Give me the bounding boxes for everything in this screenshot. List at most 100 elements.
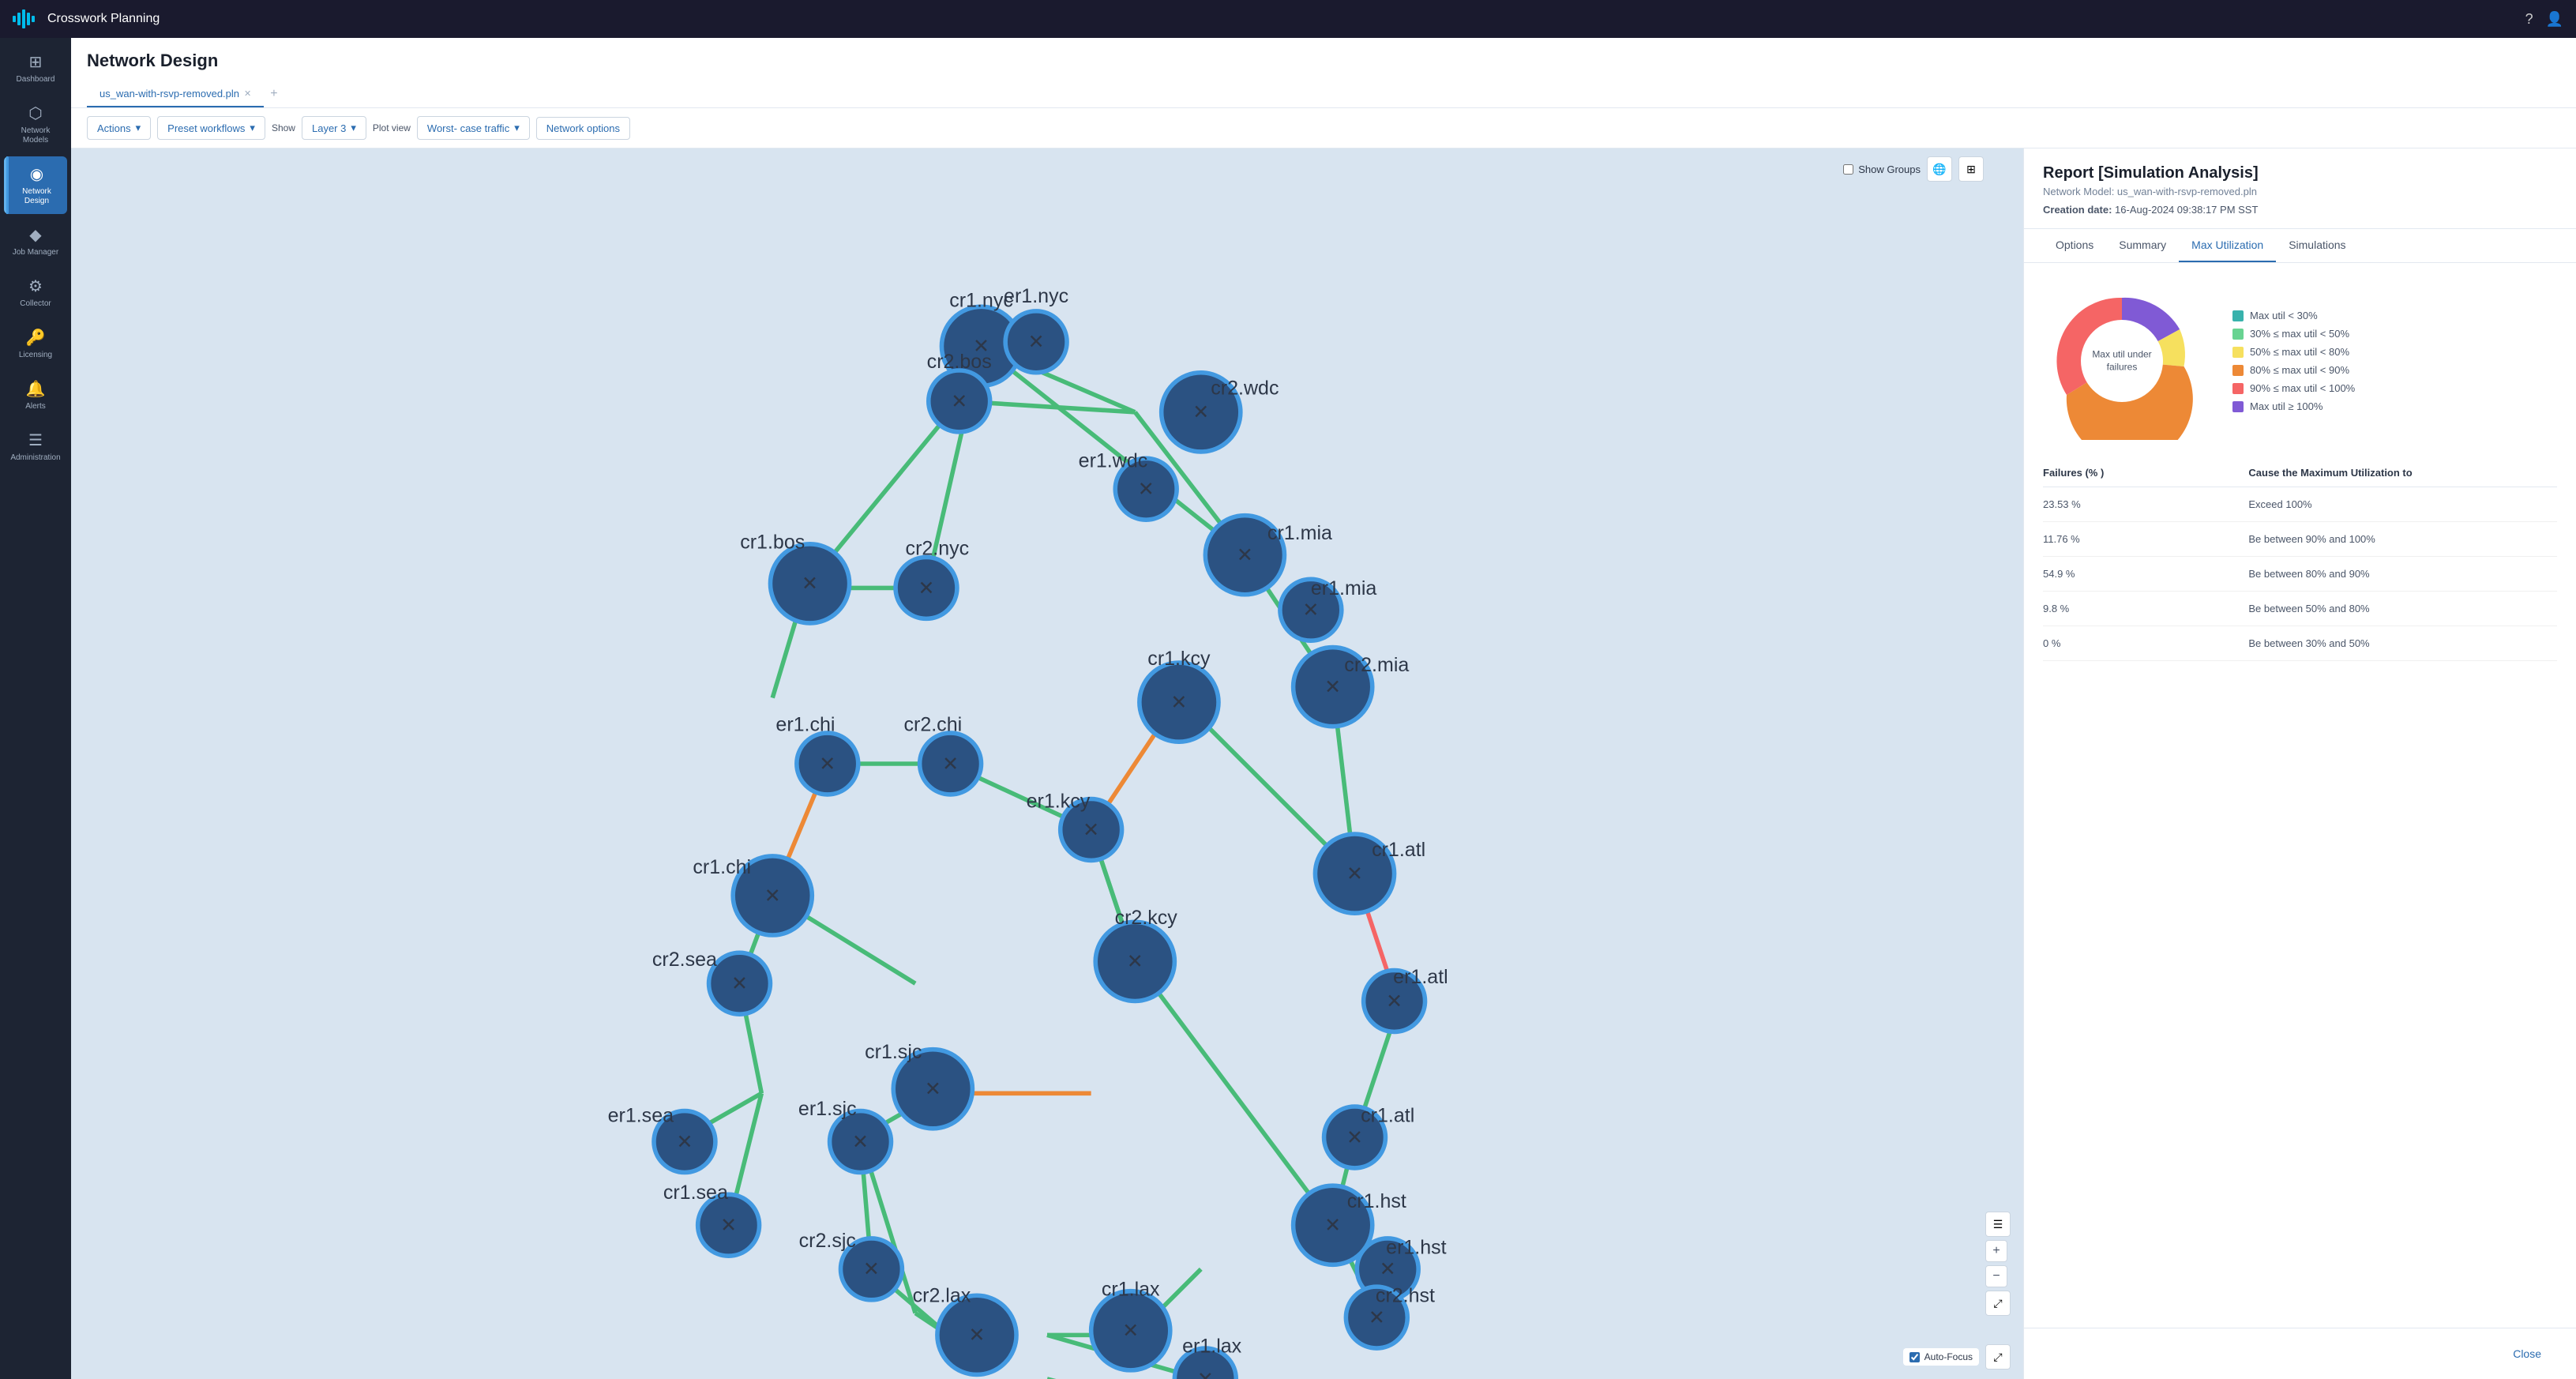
tab-options[interactable]: Options: [2043, 229, 2106, 262]
expand-icon[interactable]: ⤢: [1985, 1344, 2011, 1370]
node-name: cr2.nyc: [906, 538, 970, 560]
menu-icon[interactable]: ☰: [1985, 1212, 2011, 1237]
topbar: Crosswork Planning ? 👤: [0, 0, 2576, 38]
node-name: cr2.sea: [652, 949, 717, 971]
node-name: cr2.hst: [1376, 1285, 1435, 1307]
node-label: ✕: [720, 1215, 737, 1237]
job-manager-icon: ◆: [29, 225, 41, 245]
table-header: Failures (% ) Cause the Maximum Utilizat…: [2043, 459, 2557, 487]
node-name: cr2.sjc: [799, 1230, 856, 1252]
node-label: ✕: [802, 573, 818, 595]
node-label: ✕: [1380, 1258, 1396, 1280]
sidebar-item-licensing[interactable]: 🔑 Licensing: [4, 320, 67, 368]
sidebar-item-collector[interactable]: ⚙ Collector: [4, 269, 67, 317]
layer-button[interactable]: Layer 3 ▾: [302, 116, 366, 140]
node-name: cr1.hst: [1347, 1190, 1406, 1212]
zoom-in-button[interactable]: +: [1985, 1240, 2007, 1262]
network-models-icon: ⬡: [28, 103, 42, 123]
worst-case-button[interactable]: Worst- case traffic ▾: [417, 116, 530, 140]
node-name: er1.wdc: [1079, 449, 1148, 472]
network-options-button[interactable]: Network options: [536, 117, 630, 140]
donut-center-label: Max util under failures: [2090, 348, 2154, 373]
node-name: cr1.atl: [1361, 1104, 1414, 1126]
layout-icon[interactable]: ⊞: [1958, 156, 1984, 182]
sidebar-item-administration[interactable]: ☰ Administration: [4, 423, 67, 471]
node-label: ✕: [1324, 676, 1341, 698]
tab-label: us_wan-with-rsvp-removed.pln: [100, 88, 239, 100]
sidebar-item-network-models[interactable]: ⬡ Network Models: [4, 96, 67, 153]
show-groups-label[interactable]: Show Groups: [1843, 163, 1921, 175]
node-name: cr1.sjc: [865, 1041, 922, 1063]
content-area: Network Design us_wan-with-rsvp-removed.…: [71, 38, 2576, 1379]
tab-add-button[interactable]: +: [264, 81, 284, 107]
table-row: 54.9 % Be between 80% and 90%: [2043, 557, 2557, 592]
edge: [1135, 961, 1332, 1225]
legend-color-0: [2232, 310, 2244, 321]
node-name: er1.sea: [608, 1104, 674, 1126]
user-icon[interactable]: 👤: [2546, 11, 2563, 28]
legend-item-0: Max util < 30%: [2232, 310, 2355, 321]
node-name: cr1.sea: [663, 1182, 728, 1204]
col-header-failures: Failures (% ): [2043, 467, 2248, 479]
node-name: cr1.atl: [1372, 839, 1425, 861]
tab-network-file[interactable]: us_wan-with-rsvp-removed.pln ✕: [87, 81, 264, 107]
sidebar-item-job-manager[interactable]: ◆ Job Manager: [4, 217, 67, 265]
node-label: ✕: [764, 885, 781, 907]
fit-icon[interactable]: ⤢: [1985, 1291, 2011, 1316]
sidebar-item-network-design[interactable]: ◉ Network Design: [4, 156, 67, 214]
node-name: cr1.mia: [1267, 522, 1332, 544]
sidebar-item-dashboard[interactable]: ⊞ Dashboard: [4, 44, 67, 92]
col-header-cause: Cause the Maximum Utilization to: [2248, 467, 2557, 479]
sidebar-item-label: Network Design: [13, 187, 61, 206]
sidebar: ⊞ Dashboard ⬡ Network Models ◉ Network D…: [0, 38, 71, 1379]
chevron-down-icon: ▾: [250, 122, 255, 134]
node-name: er1.lax: [1182, 1336, 1242, 1358]
node-label: ✕: [1170, 691, 1187, 713]
tab-simulations[interactable]: Simulations: [2276, 229, 2358, 262]
preset-workflows-button[interactable]: Preset workflows ▾: [157, 116, 265, 140]
failures-table: Failures (% ) Cause the Maximum Utilizat…: [2043, 459, 2557, 661]
close-button[interactable]: Close: [2497, 1341, 2557, 1366]
legend-color-2: [2232, 347, 2244, 358]
node-label: ✕: [1346, 1126, 1363, 1148]
help-icon[interactable]: ?: [2525, 11, 2533, 28]
report-creation: Creation date: 16-Aug-2024 09:38:17 PM S…: [2043, 204, 2557, 216]
node-name: er1.nyc: [1004, 285, 1068, 307]
show-groups-checkbox[interactable]: [1843, 164, 1853, 175]
actions-button[interactable]: Actions ▾: [87, 116, 151, 140]
panel-header: Report [Simulation Analysis] Network Mod…: [2024, 148, 2576, 229]
legend-item-1: 30% ≤ max util < 50%: [2232, 328, 2355, 340]
network-topology-svg: ✕ cr1.nyc ✕ er1.nyc ✕ cr2.bos ✕ cr2.wdc: [71, 148, 2023, 1379]
node-name: cr1.kcy: [1147, 648, 1211, 670]
node-label: ✕: [1346, 862, 1363, 885]
chart-section: Max util under failures Max util < 30% 3…: [2024, 263, 2576, 459]
tab-summary[interactable]: Summary: [2106, 229, 2179, 262]
show-groups-bar: Show Groups 🌐 ⊞: [1843, 156, 1984, 182]
node-label: ✕: [1127, 951, 1143, 973]
node-label: ✕: [925, 1078, 941, 1100]
cell-cause-0: Exceed 100%: [2248, 498, 2557, 510]
sidebar-item-label: Dashboard: [17, 75, 55, 85]
plot-view-label: Plot view: [373, 122, 411, 133]
node-label: ✕: [1028, 331, 1045, 353]
node-name: cr1.bos: [740, 531, 805, 553]
tab-close-icon[interactable]: ✕: [244, 88, 251, 99]
network-canvas[interactable]: Show Groups 🌐 ⊞: [71, 148, 2023, 1379]
node-label: ✕: [676, 1131, 693, 1153]
zoom-out-button[interactable]: −: [1985, 1265, 2007, 1287]
sidebar-item-label: Alerts: [25, 402, 46, 411]
node-name: cr2.wdc: [1211, 378, 1279, 400]
tab-max-utilization[interactable]: Max Utilization: [2179, 229, 2276, 262]
globe-icon[interactable]: 🌐: [1927, 156, 1952, 182]
auto-focus-checkbox[interactable]: [1909, 1352, 1920, 1362]
node-label: ✕: [819, 753, 836, 775]
sidebar-item-alerts[interactable]: 🔔 Alerts: [4, 371, 67, 419]
node-label: ✕: [942, 753, 959, 775]
toolbar: Actions ▾ Preset workflows ▾ Show Layer …: [71, 108, 2576, 148]
tab-bar: us_wan-with-rsvp-removed.pln ✕ +: [87, 81, 2560, 107]
node-label: ✕: [731, 973, 748, 995]
auto-focus-label[interactable]: Auto-Focus: [1903, 1348, 1979, 1366]
node-label: ✕: [968, 1325, 985, 1347]
chart-legend: Max util < 30% 30% ≤ max util < 50% 50% …: [2232, 310, 2355, 412]
legend-color-1: [2232, 329, 2244, 340]
